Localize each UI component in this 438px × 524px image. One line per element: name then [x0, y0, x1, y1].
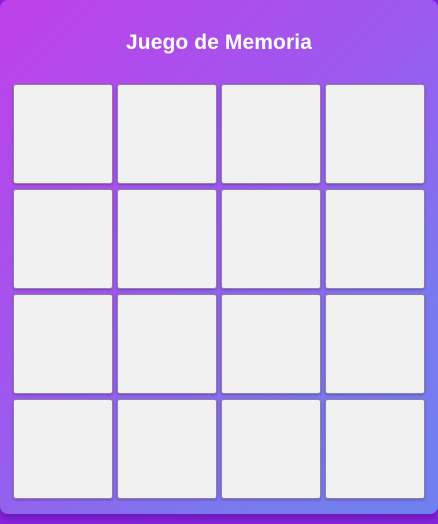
- game-title: Juego de Memoria: [126, 31, 312, 54]
- memory-card[interactable]: [325, 84, 425, 184]
- memory-card[interactable]: [13, 399, 113, 499]
- memory-card[interactable]: [325, 189, 425, 289]
- memory-card[interactable]: [221, 399, 321, 499]
- memory-card[interactable]: [117, 84, 217, 184]
- memory-card[interactable]: [117, 189, 217, 289]
- memory-card[interactable]: [117, 399, 217, 499]
- memory-card[interactable]: [221, 189, 321, 289]
- memory-card[interactable]: [13, 294, 113, 394]
- memory-card[interactable]: [13, 84, 113, 184]
- memory-card[interactable]: [221, 84, 321, 184]
- memory-card[interactable]: [13, 189, 113, 289]
- memory-card[interactable]: [221, 294, 321, 394]
- card-grid: [13, 84, 425, 499]
- game-panel: Juego de Memoria: [0, 0, 438, 514]
- memory-card[interactable]: [325, 294, 425, 394]
- memory-card[interactable]: [117, 294, 217, 394]
- memory-card[interactable]: [325, 399, 425, 499]
